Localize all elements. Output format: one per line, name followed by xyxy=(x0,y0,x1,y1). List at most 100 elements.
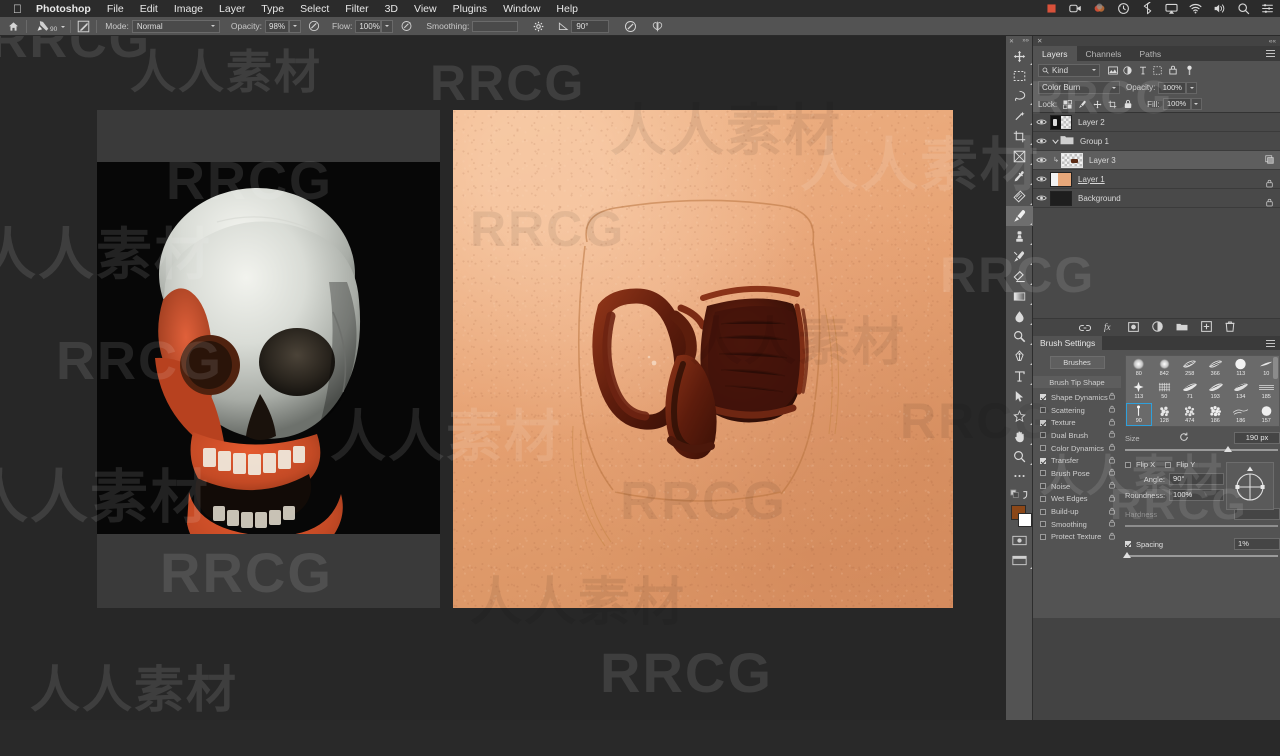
brush-cell[interactable]: 185 xyxy=(1254,379,1280,402)
table-row[interactable]: Group 1 xyxy=(1033,132,1280,151)
lock-icon[interactable] xyxy=(1109,456,1115,466)
option-brush-pose[interactable]: Brush Pose xyxy=(1033,467,1121,480)
lock-icon[interactable] xyxy=(1109,392,1115,402)
layer-visibility-toggle[interactable] xyxy=(1033,137,1050,145)
frame-tool[interactable] xyxy=(1006,146,1033,166)
layer-thumbnail[interactable] xyxy=(1050,172,1072,187)
document-canvas-area[interactable] xyxy=(0,36,1006,720)
add-layer-mask-icon[interactable] xyxy=(1128,319,1139,337)
lock-all-icon[interactable] xyxy=(1120,98,1135,111)
layer-visibility-toggle[interactable] xyxy=(1033,156,1050,164)
rectangular-marquee-tool[interactable] xyxy=(1006,66,1033,86)
default-and-swap-colors[interactable] xyxy=(1006,486,1033,504)
slider-thumb[interactable] xyxy=(1224,446,1232,452)
layer-name[interactable]: Layer 2 xyxy=(1078,118,1105,127)
layer-opacity-input[interactable]: 100% xyxy=(1158,82,1186,94)
layer-name[interactable]: Group 1 xyxy=(1080,137,1109,146)
layer-thumbnail[interactable] xyxy=(1050,191,1072,206)
lock-icon[interactable] xyxy=(1109,481,1115,491)
brush-cell[interactable]: 50 xyxy=(1152,379,1178,402)
brush-cell[interactable]: 80 xyxy=(1126,356,1152,379)
lock-icon[interactable] xyxy=(1109,507,1115,517)
checkbox[interactable] xyxy=(1040,521,1046,527)
menu-help[interactable]: Help xyxy=(556,3,578,15)
control-center-icon[interactable] xyxy=(1261,2,1274,15)
lock-image-pixels-icon[interactable] xyxy=(1075,98,1090,111)
brush-cell[interactable]: 113 xyxy=(1228,356,1254,379)
flip-x-checkbox[interactable]: Flip X xyxy=(1125,460,1155,469)
background-color-swatch[interactable] xyxy=(1018,513,1032,527)
flip-y-checkbox[interactable]: Flip Y xyxy=(1165,460,1195,469)
lock-icon[interactable] xyxy=(1109,468,1115,478)
eyedropper-tool[interactable] xyxy=(1006,166,1033,186)
layer-opacity-stepper[interactable] xyxy=(1186,82,1197,94)
lock-icon[interactable] xyxy=(1109,418,1115,428)
color-wheel-icon[interactable] xyxy=(1093,2,1106,15)
brushes-button[interactable]: Brushes xyxy=(1050,356,1105,369)
angle-roundness-control[interactable] xyxy=(1226,462,1274,510)
menu-filter[interactable]: Filter xyxy=(345,3,368,15)
brush-cell[interactable]: 113 xyxy=(1126,379,1152,402)
panel-menu-icon[interactable] xyxy=(1266,340,1275,349)
dodge-tool[interactable] xyxy=(1006,326,1033,346)
chevron-down-icon[interactable] xyxy=(61,26,65,28)
brush-roundness-input[interactable]: 100% xyxy=(1169,489,1224,501)
brush-options-list[interactable]: Brushes Brush Tip Shape Shape Dynamics S… xyxy=(1033,350,1121,618)
volume-icon[interactable] xyxy=(1213,2,1226,15)
skull-painting-canvas[interactable] xyxy=(453,110,953,608)
checkbox[interactable] xyxy=(1040,483,1046,489)
brush-cell[interactable]: 186 xyxy=(1228,403,1254,426)
edit-toolbar-button[interactable] xyxy=(1006,466,1033,486)
brush-cell[interactable]: 258 xyxy=(1177,356,1203,379)
layer-filter-kind-select[interactable]: Kind xyxy=(1038,64,1100,77)
skull-reference-image[interactable] xyxy=(97,110,440,608)
brush-size-input[interactable]: 190 px xyxy=(1234,432,1280,444)
option-scattering[interactable]: Scattering xyxy=(1033,404,1121,417)
screen-record-icon[interactable] xyxy=(1069,2,1082,15)
eraser-tool[interactable] xyxy=(1006,266,1033,286)
lock-position-icon[interactable] xyxy=(1090,98,1105,111)
brush-angle-input[interactable]: 90° xyxy=(1169,473,1224,485)
panel-menu-icon[interactable] xyxy=(1266,50,1275,59)
tab-channels[interactable]: Channels xyxy=(1077,46,1131,61)
bluetooth-icon[interactable] xyxy=(1141,2,1154,15)
new-adjustment-layer-icon[interactable] xyxy=(1152,319,1163,337)
chevron-down-icon[interactable] xyxy=(1050,139,1060,144)
layer-thumbnail[interactable] xyxy=(1050,115,1072,130)
option-noise[interactable]: Noise xyxy=(1033,480,1121,493)
brush-cell[interactable]: 193 xyxy=(1203,379,1229,402)
apple-logo[interactable]:  xyxy=(13,3,22,15)
brush-cell[interactable]: 366 xyxy=(1203,356,1229,379)
menu-3d[interactable]: 3D xyxy=(385,3,398,15)
tab-brush-settings[interactable]: Brush Settings xyxy=(1033,336,1102,350)
brush-size-slider[interactable] xyxy=(1125,446,1280,456)
brush-grid-scrollbar[interactable] xyxy=(1273,357,1278,379)
flow-input[interactable]: 100% xyxy=(355,20,381,33)
layer-visibility-toggle[interactable] xyxy=(1033,118,1050,126)
lock-icon[interactable] xyxy=(1109,519,1115,529)
table-row[interactable]: Background xyxy=(1033,189,1280,208)
option-wet-edges[interactable]: Wet Edges xyxy=(1033,493,1121,506)
smart-filter-icon[interactable] xyxy=(1265,151,1274,169)
close-icon[interactable]: ✕ xyxy=(1009,38,1014,45)
gradient-tool[interactable] xyxy=(1006,286,1033,306)
menu-layer[interactable]: Layer xyxy=(219,3,245,15)
brush-cell[interactable]: 186 xyxy=(1203,403,1229,426)
smart-object-filter-icon[interactable] xyxy=(1165,64,1180,77)
pressure-opacity-icon[interactable] xyxy=(306,19,321,34)
tab-paths[interactable]: Paths xyxy=(1130,46,1170,61)
collapse-icon[interactable]: «« xyxy=(1269,38,1276,45)
brush-cell[interactable]: 128 xyxy=(1152,403,1178,426)
menu-file[interactable]: File xyxy=(107,3,124,15)
smoothing-input[interactable] xyxy=(472,21,518,32)
object-selection-tool[interactable] xyxy=(1006,106,1033,126)
new-layer-icon[interactable] xyxy=(1201,319,1212,337)
menu-photoshop[interactable]: Photoshop xyxy=(36,3,91,15)
menu-select[interactable]: Select xyxy=(300,3,329,15)
lock-icon[interactable] xyxy=(1109,532,1115,542)
screen-mode-icon[interactable] xyxy=(1006,550,1033,570)
option-dual-brush[interactable]: Dual Brush xyxy=(1033,429,1121,442)
checkbox[interactable] xyxy=(1040,420,1046,426)
option-build-up[interactable]: Build-up xyxy=(1033,505,1121,518)
layer-blend-mode-select[interactable]: Color Burn xyxy=(1038,81,1120,94)
